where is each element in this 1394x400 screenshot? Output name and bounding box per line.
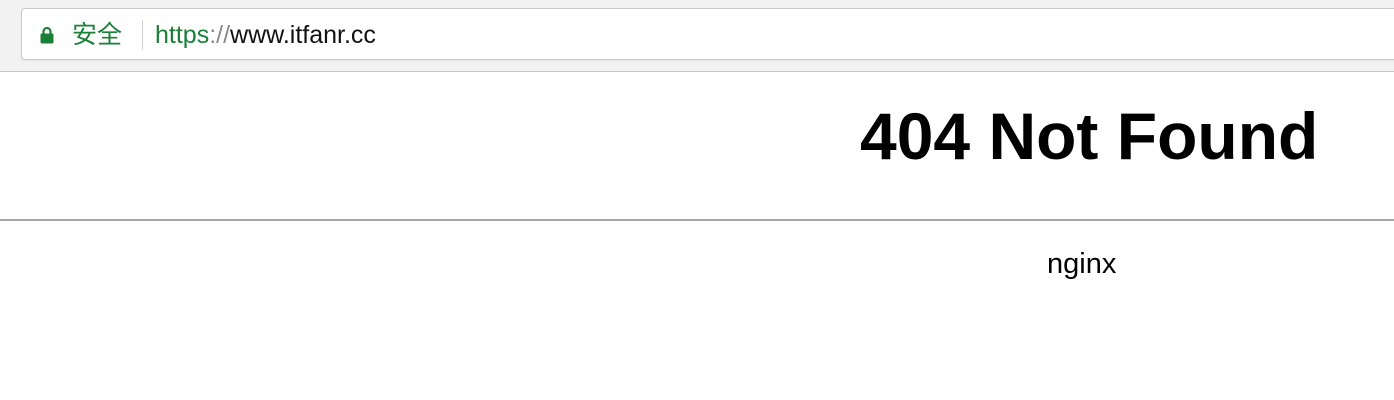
page-content: 404 Not Found nginx (0, 72, 1394, 400)
browser-toolbar: 安全 https://www.itfanr.cc (0, 0, 1394, 72)
security-status-label[interactable]: 安全 (72, 20, 122, 50)
lock-icon[interactable] (40, 26, 54, 44)
url-separator: :// (209, 21, 231, 49)
url-host: www.itfanr.cc (230, 21, 376, 49)
address-bar[interactable]: 安全 https://www.itfanr.cc (21, 8, 1394, 60)
page-title: 404 Not Found (860, 99, 1319, 173)
horizontal-rule (0, 219, 1394, 221)
server-name: nginx (1047, 248, 1117, 280)
url-text[interactable]: https://www.itfanr.cc (155, 20, 376, 50)
omnibox-divider (142, 20, 143, 50)
url-scheme: https (155, 21, 210, 49)
